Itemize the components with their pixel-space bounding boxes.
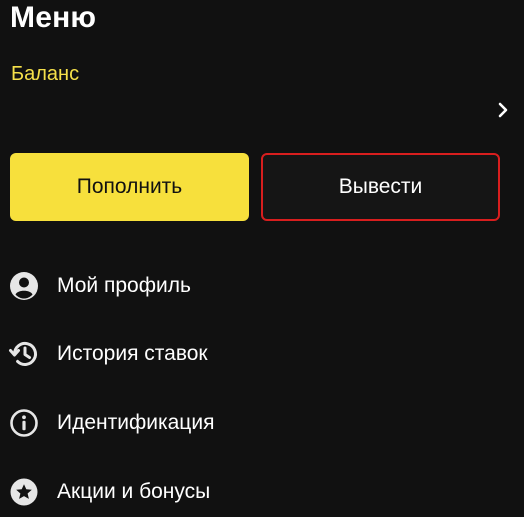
balance-label: Баланс: [11, 63, 80, 85]
history-icon: [8, 338, 40, 370]
menu-item-identification[interactable]: Идентификация: [0, 398, 524, 448]
deposit-button-label: Пополнить: [76, 175, 183, 198]
menu-item-label: Идентификация: [57, 411, 215, 434]
menu-item-bet-history[interactable]: История ставок: [0, 329, 524, 379]
page-title: Меню: [10, 1, 97, 34]
menu-item-label: Мой профиль: [57, 274, 191, 297]
menu-item-label: История ставок: [57, 342, 208, 365]
chevron-right-icon[interactable]: [496, 102, 510, 118]
menu-item-promotions[interactable]: Акции и бонусы: [0, 467, 524, 517]
star-icon: [8, 476, 40, 508]
user-circle-icon: [8, 270, 40, 302]
deposit-button[interactable]: Пополнить: [10, 153, 249, 221]
menu-item-label: Акции и бонусы: [57, 480, 211, 503]
withdraw-button-label: Вывести: [338, 175, 423, 198]
balance-row[interactable]: Баланс: [0, 56, 524, 136]
withdraw-button[interactable]: Вывести: [261, 153, 500, 221]
menu-item-profile[interactable]: Мой профиль: [0, 261, 524, 311]
info-icon: [8, 407, 40, 439]
